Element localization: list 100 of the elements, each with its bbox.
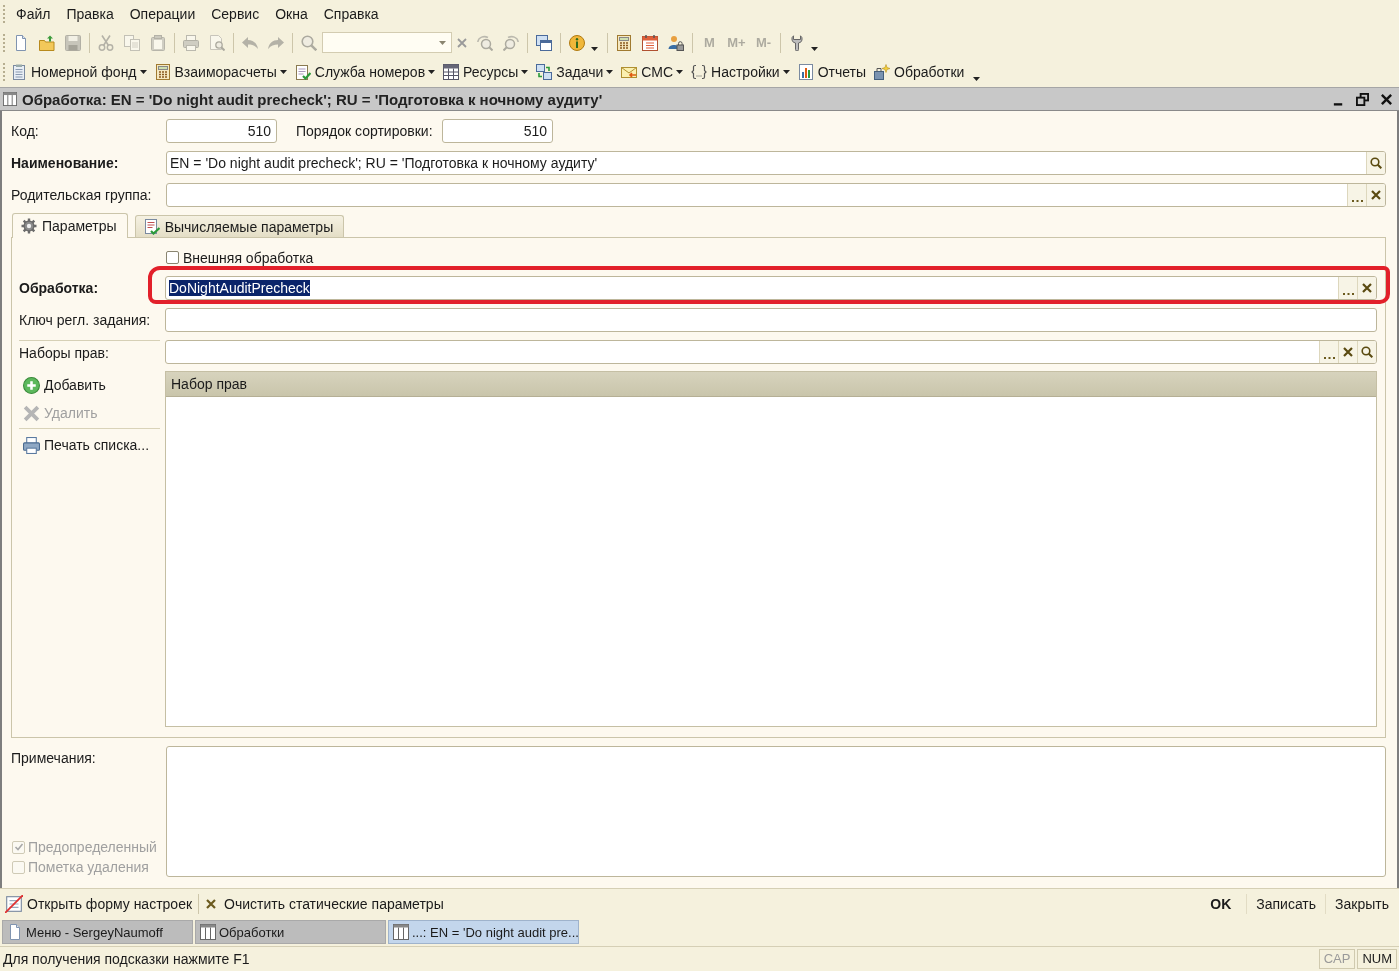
clipboard-list-icon	[11, 63, 27, 80]
search-field[interactable]	[322, 32, 452, 53]
menu-button[interactable]: Номерной фонд	[8, 59, 150, 84]
cross-icon	[23, 404, 40, 422]
menu-item[interactable]: Окна	[267, 4, 316, 24]
field-label: Наборы прав:	[19, 344, 109, 361]
menu-item[interactable]: Операции	[121, 4, 204, 24]
briefcase-sparkle-icon	[874, 63, 891, 80]
window-tab[interactable]: Обработки	[195, 920, 386, 944]
window-title: Обработка: EN = 'Do night audit precheck'; RU = 'Подготовка к ночному аудиту'	[22, 90, 604, 108]
menu-button[interactable]: Настройки	[688, 59, 793, 84]
menu-button[interactable]: Взаиморасчеты	[151, 59, 290, 84]
info-icon[interactable]	[569, 34, 585, 51]
field-label: Порядок сортировки:	[296, 123, 434, 139]
dialog-button[interactable]: Закрыть	[1329, 891, 1395, 916]
menu-item[interactable]: Файл	[8, 4, 59, 24]
menu-button[interactable]: Обработки	[871, 59, 968, 84]
select-button[interactable]	[1319, 341, 1338, 363]
menu-button[interactable]: Отчеты	[794, 59, 870, 84]
bar-chart-icon	[797, 63, 814, 80]
window-tab[interactable]: ...: EN = 'Do night audit pre...	[388, 920, 579, 944]
printer-icon	[23, 436, 40, 454]
grip-handle[interactable]	[3, 5, 5, 23]
search-icon	[1370, 157, 1382, 169]
clear-icon	[1371, 190, 1381, 200]
field-label: Наименование:	[11, 155, 120, 171]
menu-item[interactable]: Справка	[315, 4, 387, 24]
user-lock-icon[interactable]	[668, 34, 684, 51]
clear-icon	[1343, 347, 1353, 357]
clear-icon	[1362, 283, 1372, 293]
checkbox-label: Пометка удаления	[28, 859, 149, 875]
menu-item[interactable]: Правка	[58, 4, 122, 24]
grip-handle[interactable]	[3, 62, 5, 81]
parent-group-field[interactable]	[166, 183, 1386, 207]
clear-button[interactable]	[1357, 277, 1376, 299]
tab[interactable]: Вычисляемые параметры	[134, 215, 345, 237]
caret-icon[interactable]	[811, 47, 818, 51]
document-icon	[7, 924, 23, 940]
menu-button[interactable]: Задачи	[533, 59, 617, 84]
checkbox-label: Предопределенный	[28, 839, 157, 855]
status-indicator: CAP	[1318, 949, 1356, 969]
overlapping-windows-icon[interactable]	[536, 34, 552, 51]
select-button[interactable]	[1347, 184, 1366, 206]
search-button[interactable]	[1366, 152, 1385, 174]
select-button[interactable]	[1338, 277, 1357, 299]
menu-item[interactable]: Сервис	[203, 4, 268, 24]
field-value: DoNightAuditPrecheck	[169, 280, 310, 296]
cross-icon	[206, 898, 217, 909]
settings-form-button[interactable]: Открыть форму настроек	[4, 891, 196, 916]
status-hint: Для получения подсказки нажмите F1	[3, 951, 251, 967]
table-columns-icon	[200, 924, 216, 940]
dialog-button[interactable]: OK	[1198, 891, 1244, 916]
checklist-icon	[143, 218, 160, 235]
document-icon[interactable]	[13, 34, 29, 51]
field-label: Обработка:	[19, 280, 99, 296]
restore-icon[interactable]	[1356, 92, 1369, 106]
crossed-form-icon	[5, 894, 23, 913]
job-key-field[interactable]	[165, 308, 1377, 332]
wrench-icon[interactable]	[789, 34, 805, 51]
caret-icon[interactable]	[973, 77, 981, 81]
search-icon	[1361, 346, 1373, 358]
menu-button[interactable]: Служба номеров	[291, 59, 439, 84]
clear-button[interactable]	[1338, 341, 1357, 363]
checkbox[interactable]	[166, 251, 179, 264]
gear-icon	[21, 218, 37, 234]
menu-button[interactable]: Ресурсы	[440, 59, 532, 84]
field-label: Код:	[11, 123, 40, 139]
calculator-icon	[154, 63, 171, 80]
clear-button[interactable]	[1366, 184, 1385, 206]
processing-field[interactable]: DoNightAuditPrecheck	[165, 276, 1377, 300]
caret-icon[interactable]	[591, 47, 598, 51]
checkbox-label: Внешняя обработка	[183, 249, 314, 266]
clear-icon[interactable]	[457, 37, 467, 48]
folder-icon[interactable]	[39, 34, 55, 51]
window-tab[interactable]: Меню - SergeyNaumoff	[2, 920, 193, 944]
menu-button[interactable]: СМС	[618, 59, 687, 84]
clear-parameters-button[interactable]: Очистить статические параметры	[202, 891, 447, 916]
dialog-button[interactable]: Записать	[1250, 891, 1323, 916]
grip-handle[interactable]	[3, 33, 5, 52]
table-icon	[443, 63, 460, 80]
table-columns-icon	[3, 92, 17, 106]
search-button[interactable]	[1357, 341, 1376, 363]
calculator-icon[interactable]	[616, 34, 632, 51]
braces-icon	[691, 63, 708, 80]
status-indicator: NUM	[1357, 949, 1397, 969]
clipboard-check-icon	[294, 63, 311, 80]
table-columns-icon	[393, 924, 409, 940]
plus-circle-icon	[23, 376, 40, 394]
print-list-button[interactable]: Печать списка...	[19, 431, 150, 459]
code-field[interactable]: 510	[166, 119, 277, 143]
tab[interactable]: Параметры	[12, 213, 128, 238]
field-label: Родительская группа:	[11, 187, 153, 203]
add-button[interactable]: Добавить	[19, 371, 106, 399]
close-icon[interactable]	[1380, 92, 1393, 106]
calendar-icon[interactable]	[642, 34, 658, 51]
column-header[interactable]: Набор прав	[166, 372, 1376, 396]
rights-sets-field[interactable]	[165, 340, 1377, 364]
notes-field[interactable]	[166, 746, 1386, 877]
name-field[interactable]: EN = 'Do night audit precheck'; RU = 'Подготовка к ночному аудиту'	[166, 151, 1386, 175]
sort-order-field[interactable]: 510	[442, 119, 553, 143]
